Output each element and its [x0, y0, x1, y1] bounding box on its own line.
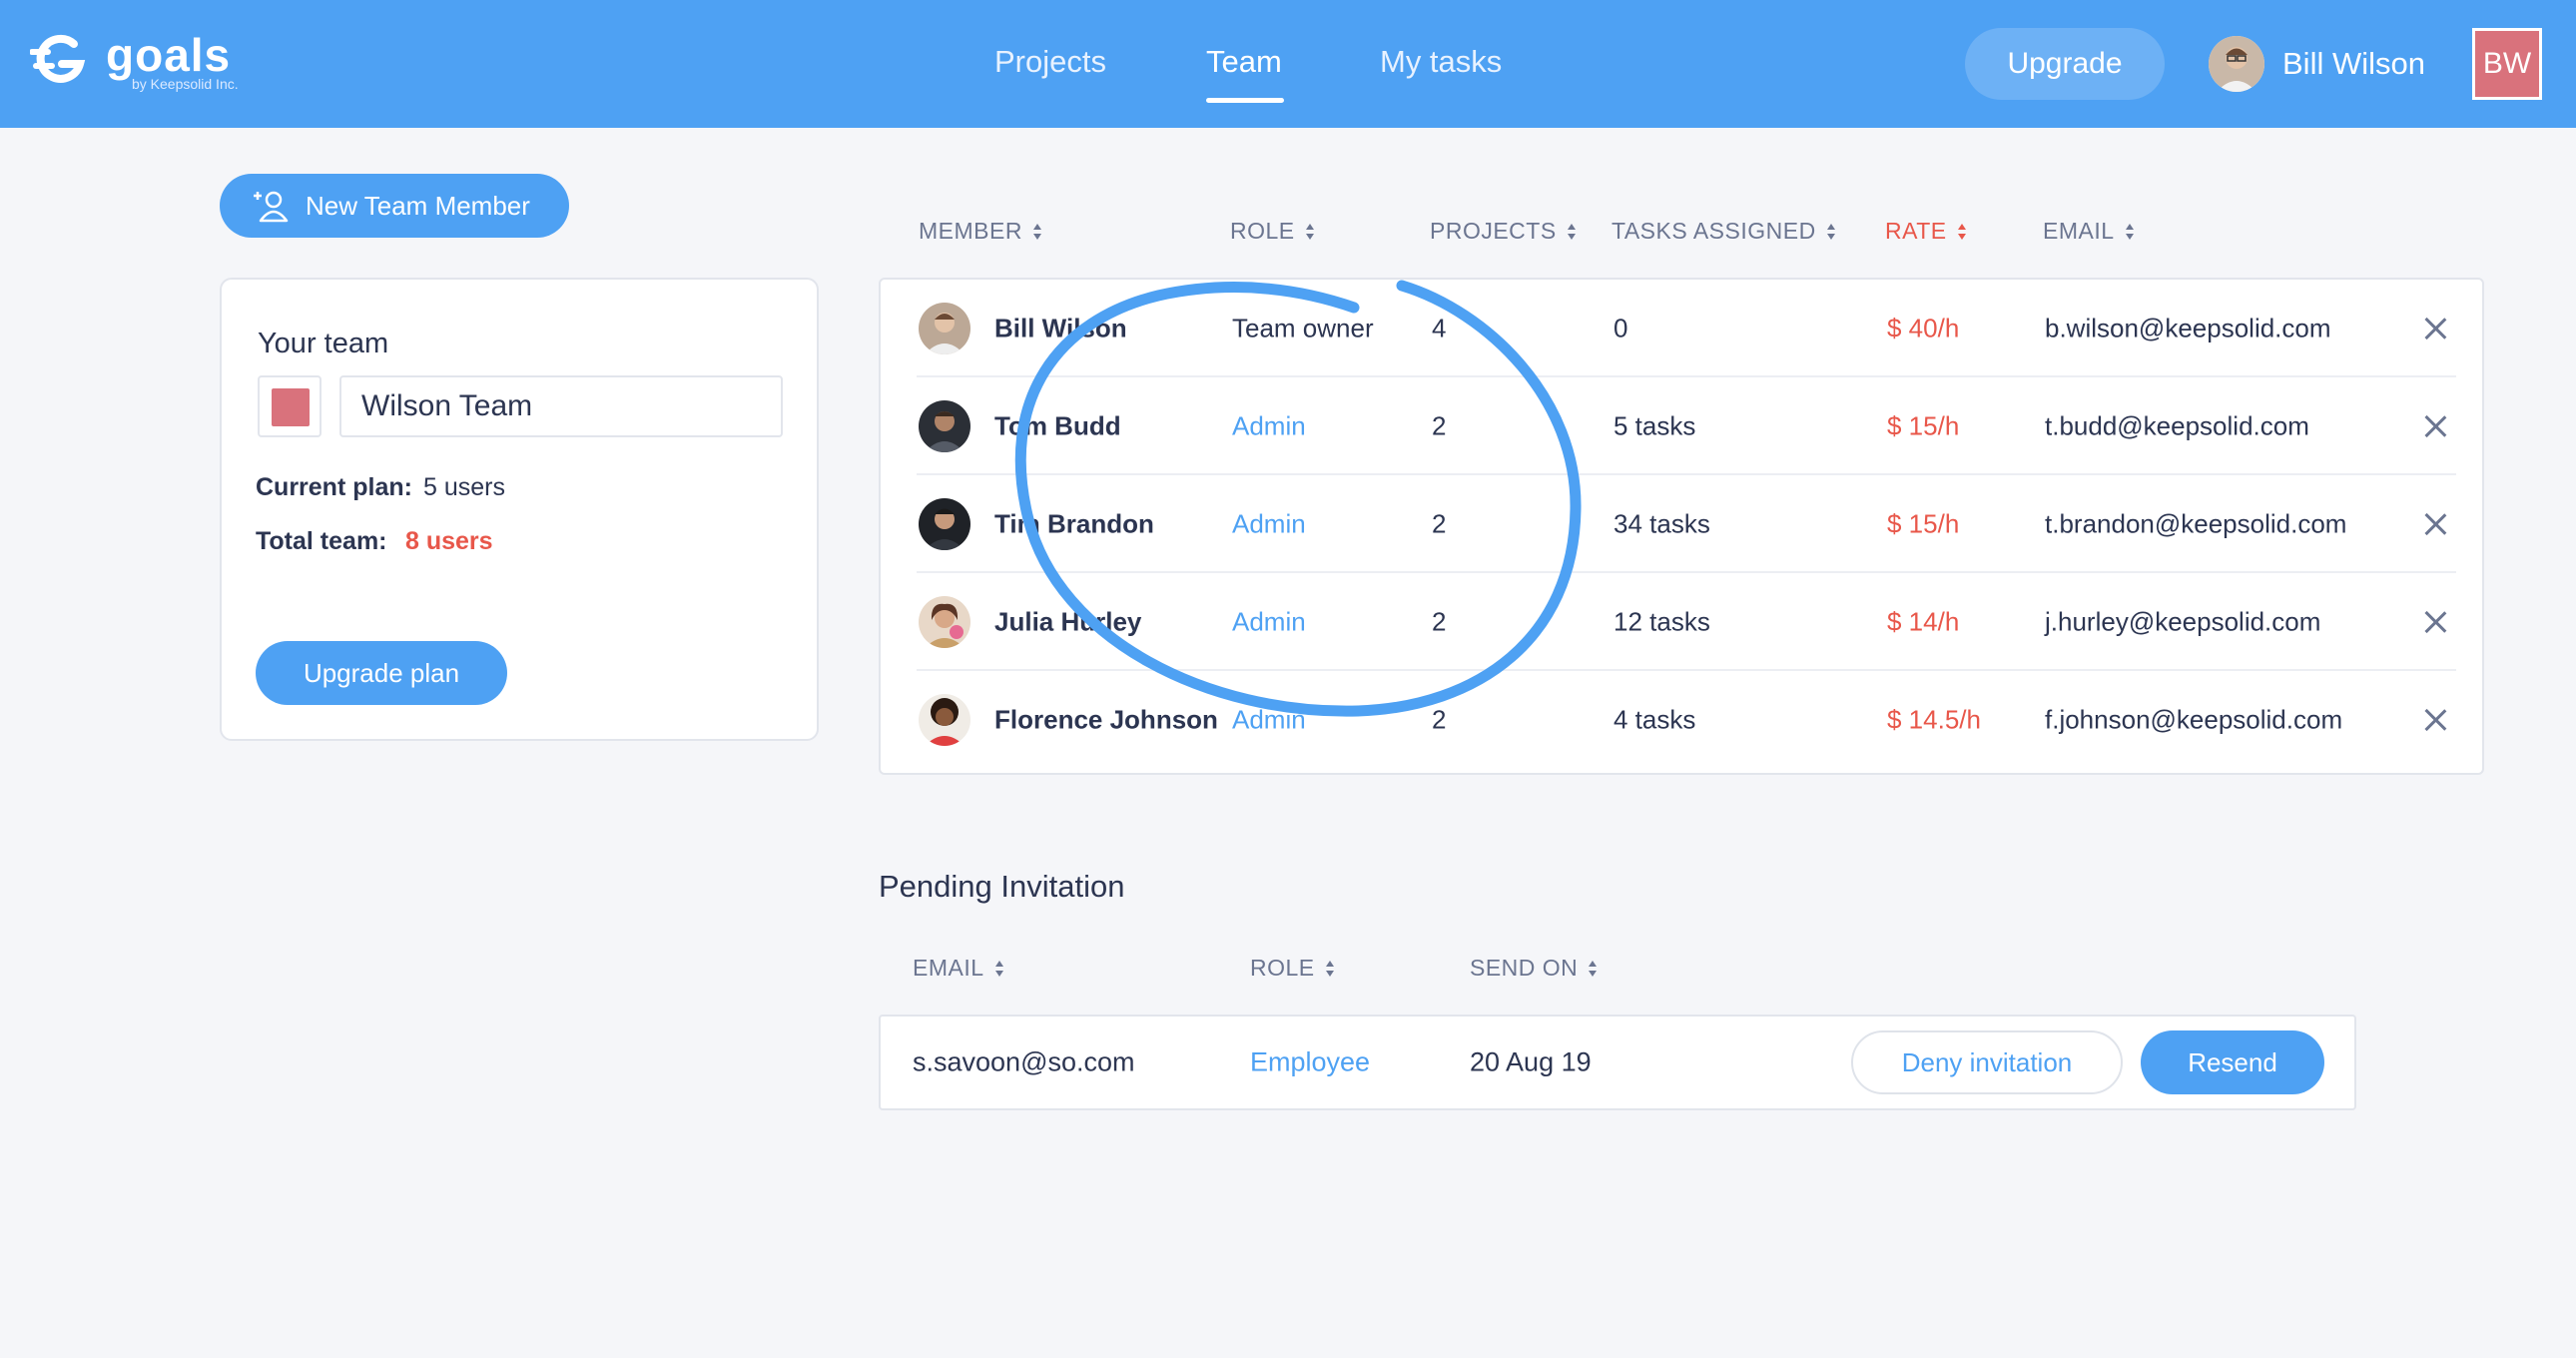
user-name[interactable]: Bill Wilson — [2282, 46, 2425, 82]
upgrade-button[interactable]: Upgrade — [1965, 28, 2165, 100]
top-bar: goals by Keepsolid Inc. Projects Team My… — [0, 0, 2576, 128]
goals-logo-icon — [30, 34, 86, 83]
pending-invitation-row: s.savoon@so.com Employee 20 Aug 19 Deny … — [879, 1015, 2356, 1110]
logo-subtitle: by Keepsolid Inc. — [132, 76, 239, 92]
table-row[interactable]: Julia Hurley Admin 2 12 tasks $ 14/h j.h… — [881, 573, 2486, 671]
total-team-label: Total team: — [256, 527, 387, 555]
current-plan-value: 5 users — [423, 473, 505, 501]
member-avatar — [919, 498, 970, 550]
current-plan-label: Current plan: — [256, 473, 412, 501]
sort-icon — [1567, 223, 1577, 241]
column-header-tasks-assigned[interactable]: TASKS ASSIGNED — [1611, 218, 1836, 245]
member-avatar — [919, 303, 970, 354]
resend-button[interactable]: Resend — [2141, 1030, 2324, 1094]
member-name: Florence Johnson — [994, 704, 1218, 735]
pending-header-role[interactable]: ROLE — [1250, 955, 1335, 982]
table-row[interactable]: Bill Wilson Team owner 4 0 $ 40/h b.wils… — [881, 280, 2486, 377]
table-row[interactable]: Florence Johnson Admin 2 4 tasks $ 14.5/… — [881, 671, 2486, 769]
remove-member-close-icon[interactable] — [2424, 415, 2446, 437]
table-row[interactable]: Tom Budd Admin 2 5 tasks $ 15/h t.budd@k… — [881, 377, 2486, 475]
member-projects: 2 — [1432, 704, 1447, 735]
sort-icon — [1325, 960, 1335, 978]
column-header-rate[interactable]: RATE — [1885, 218, 1967, 245]
member-tasks: 5 tasks — [1613, 410, 1696, 441]
remove-member-close-icon[interactable] — [2424, 611, 2446, 633]
invite-role[interactable]: Employee — [1250, 1047, 1370, 1078]
remove-member-close-icon[interactable] — [2424, 709, 2446, 731]
add-user-icon — [254, 191, 289, 223]
remove-member-close-icon[interactable] — [2424, 513, 2446, 535]
member-tasks: 0 — [1613, 313, 1628, 343]
member-projects: 2 — [1432, 410, 1447, 441]
sort-icon — [1305, 223, 1315, 241]
member-avatar — [919, 596, 970, 648]
member-name: Tim Brandon — [994, 508, 1154, 539]
member-avatar — [919, 694, 970, 746]
team-color-swatch — [272, 388, 310, 426]
remove-member-close-icon[interactable] — [2424, 318, 2446, 340]
member-role[interactable]: Admin — [1232, 509, 1306, 540]
member-role[interactable]: Admin — [1232, 607, 1306, 638]
member-name: Julia Hurley — [994, 606, 1142, 637]
nav-active-indicator — [1206, 98, 1284, 103]
member-email: t.brandon@keepsolid.com — [2045, 508, 2347, 539]
nav-my-tasks[interactable]: My tasks — [1380, 44, 1502, 80]
new-team-member-label: New Team Member — [306, 190, 530, 221]
member-rate: $ 15/h — [1887, 410, 1960, 441]
deny-invitation-button[interactable]: Deny invitation — [1851, 1030, 2123, 1094]
member-tasks: 4 tasks — [1613, 704, 1696, 735]
sort-icon — [1588, 960, 1598, 978]
team-color-picker[interactable] — [258, 375, 322, 437]
member-role[interactable]: Admin — [1232, 411, 1306, 442]
your-team-card: Your team Current plan: 5 users Total te… — [220, 278, 819, 741]
nav-team[interactable]: Team — [1206, 44, 1282, 80]
member-name: Bill Wilson — [994, 313, 1127, 343]
member-role[interactable]: Admin — [1232, 705, 1306, 736]
new-team-member-button[interactable]: New Team Member — [220, 174, 569, 238]
member-name: Tom Budd — [994, 410, 1121, 441]
member-email: f.johnson@keepsolid.com — [2045, 704, 2343, 735]
member-projects: 2 — [1432, 508, 1447, 539]
member-projects: 4 — [1432, 313, 1447, 343]
sort-icon — [2125, 223, 2135, 241]
team-initials-badge[interactable]: BW — [2472, 28, 2542, 100]
total-team-value: 8 users — [405, 527, 493, 555]
member-projects: 2 — [1432, 606, 1447, 637]
column-header-member[interactable]: MEMBER — [919, 218, 1042, 245]
table-row[interactable]: Tim Brandon Admin 2 34 tasks $ 15/h t.br… — [881, 475, 2486, 573]
member-tasks: 34 tasks — [1613, 508, 1710, 539]
column-header-projects[interactable]: PROJECTS — [1430, 218, 1577, 245]
sort-icon — [1826, 223, 1836, 241]
sort-icon — [994, 960, 1004, 978]
pending-header-send-on[interactable]: SEND ON — [1470, 955, 1598, 982]
member-tasks: 12 tasks — [1613, 606, 1710, 637]
member-rate: $ 15/h — [1887, 508, 1960, 539]
column-header-email[interactable]: EMAIL — [2043, 218, 2135, 245]
user-avatar[interactable] — [2209, 36, 2264, 92]
upgrade-plan-button[interactable]: Upgrade plan — [256, 641, 507, 705]
invite-email: s.savoon@so.com — [913, 1046, 1135, 1077]
sort-icon — [1032, 223, 1042, 241]
pending-invitation-title: Pending Invitation — [879, 869, 1125, 904]
members-table: Bill Wilson Team owner 4 0 $ 40/h b.wils… — [879, 278, 2484, 775]
member-rate: $ 14.5/h — [1887, 704, 1981, 735]
member-avatar — [919, 400, 970, 452]
member-email: b.wilson@keepsolid.com — [2045, 313, 2331, 343]
goals-logo[interactable]: goals by Keepsolid Inc. — [30, 28, 260, 98]
sort-icon — [1957, 223, 1967, 241]
nav-projects[interactable]: Projects — [994, 44, 1106, 80]
pending-header-email[interactable]: EMAIL — [913, 955, 1004, 982]
logo-wordmark: goals — [106, 29, 232, 81]
member-email: j.hurley@keepsolid.com — [2045, 606, 2321, 637]
your-team-title: Your team — [258, 328, 389, 359]
member-role: Team owner — [1232, 313, 1374, 343]
invite-sent-on: 20 Aug 19 — [1470, 1046, 1592, 1077]
member-rate: $ 40/h — [1887, 313, 1960, 343]
member-email: t.budd@keepsolid.com — [2045, 410, 2309, 441]
member-rate: $ 14/h — [1887, 606, 1960, 637]
column-header-role[interactable]: ROLE — [1230, 218, 1315, 245]
team-name-input[interactable] — [339, 375, 783, 437]
